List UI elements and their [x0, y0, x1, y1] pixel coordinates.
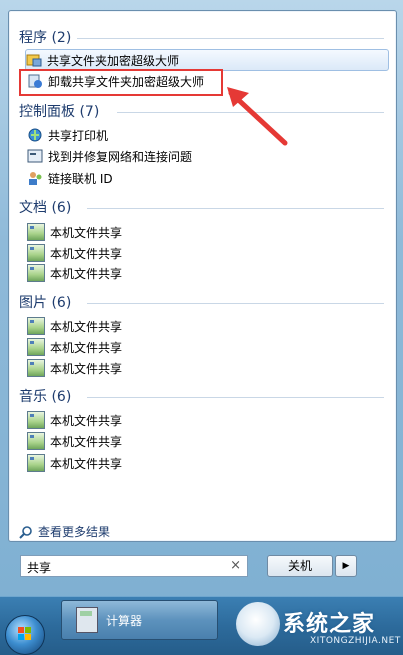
result-item-share-printer[interactable]: 共享打印机: [27, 125, 382, 145]
section-title-programs: 程序 (2): [19, 30, 72, 46]
result-item-document[interactable]: 本机文件共享: [27, 222, 382, 242]
result-item-music[interactable]: 本机文件共享: [27, 453, 382, 473]
annotation-highlight-box: [19, 69, 223, 96]
watermark-title: 系统之家: [283, 612, 376, 637]
windows-logo-icon: [18, 627, 31, 640]
see-more-results-link[interactable]: 查看更多结果: [19, 523, 110, 540]
search-input[interactable]: 共享 ×: [20, 555, 248, 577]
result-item-label: 共享打印机: [48, 128, 109, 143]
image-file-icon: [27, 359, 45, 377]
image-file-icon: [27, 454, 45, 472]
image-file-icon: [27, 411, 45, 429]
result-item-picture[interactable]: 本机文件共享: [27, 316, 382, 336]
result-item-label: 共享文件夹加密超级大师: [47, 53, 180, 68]
image-file-icon: [27, 338, 45, 356]
result-item-label: 找到并修复网络和连接问题: [48, 149, 193, 164]
image-file-icon: [27, 264, 45, 282]
image-file-icon: [27, 244, 45, 262]
result-item-program[interactable]: 共享文件夹加密超级大师: [25, 49, 389, 71]
network-icon: [28, 128, 42, 142]
section-title-music: 音乐 (6): [19, 389, 72, 405]
section-divider: [87, 303, 384, 304]
watermark-subtitle: XITONGZHIJIA.NET: [310, 636, 401, 646]
annotation-arrow-icon: [227, 87, 288, 146]
search-icon: [19, 525, 32, 539]
search-input-value: 共享: [27, 561, 52, 575]
result-item-link-online-id[interactable]: 链接联机 ID: [27, 168, 382, 188]
result-item-label: 本机文件共享: [50, 413, 123, 428]
result-item-picture[interactable]: 本机文件共享: [27, 337, 382, 357]
section-title-documents: 文档 (6): [19, 200, 72, 216]
result-item-label: 本机文件共享: [50, 434, 123, 449]
start-menu: 程序 (2) 共享文件夹加密超级大师 卸载共享文件夹加密超级大师 控制面板 (7…: [0, 0, 403, 602]
clear-search-icon[interactable]: ×: [230, 558, 241, 573]
result-item-document[interactable]: 本机文件共享: [27, 243, 382, 263]
result-item-label: 链接联机 ID: [48, 171, 113, 186]
result-item-music[interactable]: 本机文件共享: [27, 410, 382, 430]
section-divider: [87, 208, 384, 209]
start-menu-bottom-bar: 共享 × 关机 ▶: [8, 543, 395, 593]
section-divider: [77, 38, 384, 39]
see-more-label: 查看更多结果: [38, 525, 111, 539]
calculator-icon: [76, 607, 98, 633]
image-file-icon: [27, 432, 45, 450]
shutdown-options-arrow-icon[interactable]: ▶: [335, 555, 357, 577]
section-divider: [87, 397, 384, 398]
watermark: 系统之家 XITONGZHIJIA.NET: [228, 598, 403, 650]
app-lock-icon: [26, 54, 42, 67]
image-file-icon: [27, 317, 45, 335]
result-item-picture[interactable]: 本机文件共享: [27, 358, 382, 378]
result-item-troubleshoot[interactable]: 找到并修复网络和连接问题: [27, 146, 382, 166]
result-item-label: 本机文件共享: [50, 456, 123, 471]
troubleshoot-icon: [27, 149, 43, 163]
section-title-control-panel: 控制面板 (7): [19, 104, 100, 120]
watermark-logo-icon: [236, 602, 280, 646]
taskbar-button-calculator[interactable]: 计算器: [61, 600, 218, 640]
result-item-label: 本机文件共享: [50, 361, 123, 376]
result-item-label: 本机文件共享: [50, 246, 123, 261]
result-item-label: 本机文件共享: [50, 340, 123, 355]
image-file-icon: [27, 223, 45, 241]
taskbar-button-label: 计算器: [106, 613, 143, 628]
users-icon: [29, 172, 42, 185]
shutdown-button[interactable]: 关机: [267, 555, 333, 577]
result-item-label: 本机文件共享: [50, 319, 123, 334]
result-item-label: 本机文件共享: [50, 266, 123, 281]
result-item-label: 本机文件共享: [50, 225, 123, 240]
result-item-music[interactable]: 本机文件共享: [27, 431, 382, 451]
start-button[interactable]: [5, 615, 45, 655]
result-item-document[interactable]: 本机文件共享: [27, 263, 382, 283]
section-title-pictures: 图片 (6): [19, 295, 72, 311]
